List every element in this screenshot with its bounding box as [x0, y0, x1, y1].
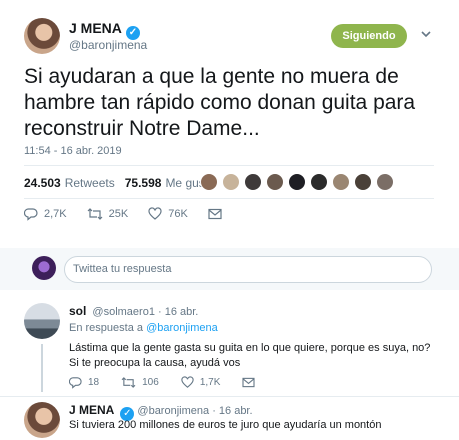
author-handle[interactable]: @baronjimena [69, 38, 147, 52]
tweet-actions: 2,7K 25K 76K [24, 207, 248, 221]
liker-avatar[interactable] [288, 173, 306, 191]
reply-date[interactable]: · 16 abr. [212, 405, 252, 417]
chevron-down-icon[interactable] [420, 28, 432, 40]
reply-author-name[interactable]: J MENA [69, 403, 114, 417]
direct-message-action[interactable] [242, 377, 261, 388]
reply-author-handle[interactable]: @baronjimena [137, 405, 209, 417]
reply-header: sol @solmaero1 · 16 abr. [69, 304, 198, 318]
reply-author-handle[interactable]: @solmaero1 [92, 306, 155, 318]
likes-count[interactable]: 75.598 [125, 176, 162, 190]
reply-date[interactable]: · 16 abr. [158, 306, 198, 318]
author-avatar[interactable] [24, 18, 60, 54]
retweets-count[interactable]: 24.503 [24, 176, 61, 190]
liker-avatar[interactable] [222, 173, 240, 191]
reply-text: Lástima que la gente gasta su guita en l… [69, 342, 431, 369]
reply-text: Si tuviera 200 millones de euros te juro… [69, 419, 382, 431]
following-button[interactable]: Siguiendo [331, 24, 407, 48]
retweet-icon [121, 377, 136, 388]
divider [24, 198, 434, 199]
envelope-icon [242, 377, 255, 388]
reply-author-avatar[interactable] [24, 303, 60, 339]
retweets-label[interactable]: Retweets [65, 176, 115, 190]
tweet-text: Si ayudaran a que la gente no muera de h… [24, 65, 416, 140]
reply-action[interactable]: 2,7K [24, 207, 67, 221]
liker-avatar[interactable] [310, 173, 328, 191]
reply-icon [69, 377, 82, 389]
tweet-timestamp[interactable]: 11:54 - 16 abr. 2019 [24, 145, 122, 157]
author-name-text: J MENA [69, 20, 122, 36]
tweet-stats: 24.503 Retweets 75.598 Me gusta [24, 176, 215, 190]
liker-avatar[interactable] [266, 173, 284, 191]
author-name[interactable]: J MENA ✓ [69, 20, 140, 40]
reply-author-avatar[interactable] [24, 402, 60, 438]
reply-count: 2,7K [44, 208, 67, 220]
retweet-count: 25K [108, 208, 129, 220]
liker-avatar[interactable] [354, 173, 372, 191]
reply-icon [24, 208, 38, 221]
in-reply-handle-link[interactable]: @baronjimena [146, 322, 218, 334]
retweet-action[interactable]: 106 [121, 376, 159, 389]
like-count: 1,7K [199, 377, 221, 388]
like-action[interactable]: 76K [148, 207, 188, 221]
divider [24, 165, 434, 166]
liker-avatar[interactable] [332, 173, 350, 191]
reply-actions: 18 106 1,7K [69, 376, 283, 389]
current-user-avatar [32, 256, 56, 280]
heart-icon [181, 376, 194, 388]
likers-avatars [200, 173, 398, 191]
in-reply-to: En respuesta a @baronjimena [69, 322, 218, 334]
direct-message-action[interactable] [208, 208, 228, 220]
heart-icon [148, 207, 162, 220]
thread-line [41, 344, 43, 392]
like-count: 76K [168, 208, 188, 220]
like-action[interactable]: 1,7K [181, 376, 221, 389]
liker-avatar[interactable] [200, 173, 218, 191]
envelope-icon [208, 208, 222, 220]
divider [0, 396, 459, 397]
retweet-count: 106 [142, 377, 159, 388]
in-reply-prefix: En respuesta a [69, 322, 143, 334]
retweet-icon [87, 208, 103, 220]
retweet-action[interactable]: 25K [87, 207, 129, 221]
reply-count: 18 [88, 377, 100, 388]
liker-avatar[interactable] [376, 173, 394, 191]
reply-input[interactable]: Twittea tu respuesta [64, 256, 432, 283]
liker-avatar[interactable] [244, 173, 262, 191]
reply-author-name[interactable]: sol [69, 304, 86, 318]
reply-action[interactable]: 18 [69, 376, 99, 389]
